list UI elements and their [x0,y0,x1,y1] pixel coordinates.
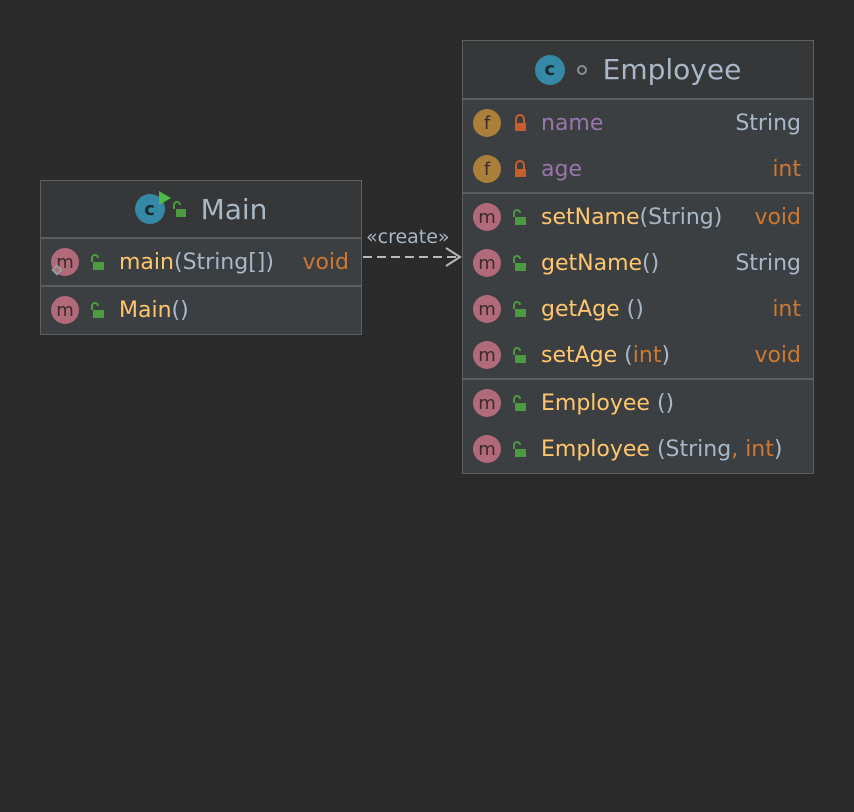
member-type: void [754,204,801,230]
member-params: () [171,297,189,323]
class-name: Main [200,192,268,226]
public-lock-icon [91,254,104,270]
public-lock-icon [172,201,186,217]
member-params: , int [731,436,774,462]
class-box-main[interactable]: c Main m main(String[]) void m Main() [40,180,362,335]
member-type: String [735,250,801,276]
class-icon: c [534,54,565,85]
member-type: int [772,156,801,182]
member-section: m setName (String) void m getName() String m get… [463,194,813,380]
method-row[interactable]: m getAge () int [463,286,813,332]
member-type: void [754,342,801,368]
member-section: m main(String[]) void [41,239,361,287]
method-icon: m [51,296,79,324]
private-lock-icon [515,160,526,177]
method-icon: m [473,435,501,463]
member-params: () [656,390,675,416]
member-params: () [642,250,660,276]
member-type: int [772,296,801,322]
override-icon [51,264,63,276]
class-header[interactable]: c Main [41,181,361,239]
member-name: Employee [541,390,657,416]
method-row[interactable]: m Employee () [463,380,813,426]
member-name: Main [119,297,172,323]
member-name: setName [541,204,640,230]
method-icon: m [473,341,501,369]
member-section: m Main() [41,287,361,333]
public-lock-icon [513,395,526,411]
member-name: name [541,110,604,136]
member-params: ( [173,249,183,275]
member-type: void [302,249,349,275]
public-lock-icon [513,209,526,225]
method-row[interactable]: m getName() String [463,240,813,286]
public-lock-icon [91,302,104,318]
public-lock-icon [513,441,526,457]
class-runnable-icon: c [134,191,171,224]
field-icon: f [473,155,501,183]
member-section: m Employee () m Employee (String, int) [463,380,813,472]
method-row[interactable]: m Main() [41,287,361,333]
class-box-employee[interactable]: c Employee f name String f age int m setName (St… [462,40,814,474]
member-params: ( [624,342,633,368]
class-header[interactable]: c Employee [463,41,813,100]
class-name: Employee [602,53,742,86]
field-row[interactable]: f age int [463,146,813,192]
member-section: f name String f age int [463,100,813,194]
member-params: (String) [639,204,723,230]
method-icon: m [473,203,501,231]
member-params: String[] [182,249,266,275]
method-icon: m [473,249,501,277]
private-lock-icon [515,114,526,131]
field-icon: f [473,109,501,137]
member-name: getAge [541,296,627,322]
member-params: ) [661,342,671,368]
member-type: String [735,110,801,136]
method-row[interactable]: m main(String[]) void [41,239,361,285]
member-params: ) [773,436,783,462]
method-row[interactable]: m Employee (String, int) [463,426,813,472]
member-name: getName [541,250,643,276]
public-lock-icon [513,347,526,363]
method-row[interactable]: m setName (String) void [463,194,813,240]
method-icon: m [473,389,501,417]
member-params: () [626,296,644,322]
member-name: age [541,156,582,182]
member-name: Employee [541,436,657,462]
package-private-dot-icon [576,64,587,75]
member-params: (String [656,436,732,462]
field-row[interactable]: f name String [463,100,813,146]
member-params: int [632,342,662,368]
member-params: ) [265,249,274,275]
public-lock-icon [513,301,526,317]
method-icon: m [473,295,501,323]
member-name: setAge [541,342,625,368]
method-row[interactable]: m setAge (int) void [463,332,813,378]
public-lock-icon [513,255,526,271]
member-name: main [119,249,174,275]
create-relation-label: «create» [366,226,450,248]
